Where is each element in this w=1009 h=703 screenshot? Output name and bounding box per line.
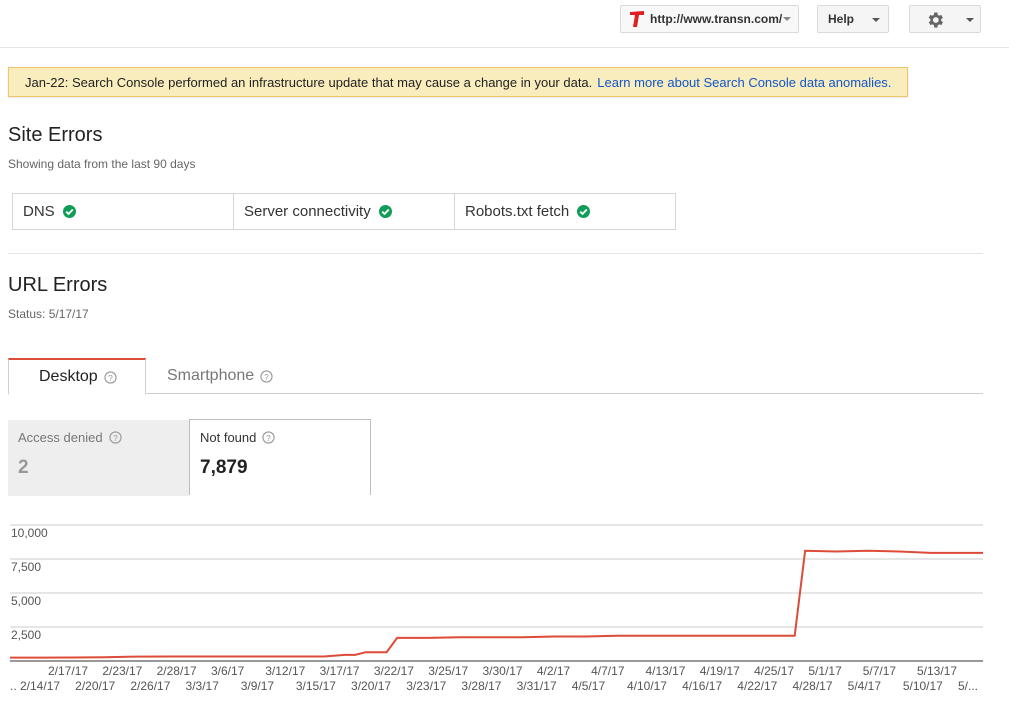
site-error-server-connectivity[interactable]: Server connectivity	[234, 194, 455, 229]
not-found-series-line	[10, 549, 983, 659]
y-tick-label: 5,000	[11, 594, 41, 608]
tab-label: Desktop	[39, 368, 98, 385]
x-tick-label: 3/22/17	[374, 664, 414, 678]
url-errors-title: URL Errors	[8, 274, 108, 296]
x-tick-label: 3/23/17	[406, 679, 446, 693]
x-tick-label: 3/9/17	[241, 679, 275, 693]
help-circle-icon[interactable]: ?	[260, 369, 273, 383]
x-tick-label: 5/4/17	[848, 679, 882, 693]
x-tick-label: 4/10/17	[627, 679, 667, 693]
x-tick-label: 3/28/17	[461, 679, 501, 693]
y-tick-label: 2,500	[11, 628, 41, 642]
svg-text:?: ?	[267, 433, 272, 443]
transn-logo-icon	[630, 11, 644, 27]
help-circle-icon[interactable]: ?	[104, 370, 117, 384]
x-tick-label: 5/1/17	[808, 664, 842, 678]
help-label: Help	[828, 12, 855, 26]
x-tick-label: 5/10/17	[903, 679, 943, 693]
x-tick-label: 3/31/17	[517, 679, 557, 693]
x-tick-label: 2/28/17	[157, 664, 197, 678]
x-tick-label: 5/...	[958, 679, 978, 693]
x-tick-label: 4/2/17	[537, 664, 571, 678]
site-errors-subtitle: Showing data from the last 90 days	[8, 157, 196, 171]
help-circle-icon[interactable]: ?	[108, 431, 122, 444]
site-error-label: DNS	[23, 203, 55, 220]
x-tick-label: 3/3/17	[186, 679, 220, 693]
x-tick-label: 3/6/17	[211, 664, 245, 678]
x-tick-label: 4/22/17	[737, 679, 777, 693]
top-bar: http://www.transn.com/ Help	[0, 0, 1009, 48]
x-tick-label: 2/20/17	[75, 679, 115, 693]
x-tick-label: ..	[10, 679, 17, 693]
site-selector[interactable]: http://www.transn.com/	[620, 5, 799, 33]
x-tick-label: 3/20/17	[351, 679, 391, 693]
metric-label: Not found	[200, 430, 257, 445]
svg-text:?: ?	[108, 372, 113, 382]
settings-button[interactable]	[909, 5, 981, 33]
infrastructure-notice: Jan-22: Search Console performed an infr…	[8, 67, 908, 97]
tab-label: Smartphone	[167, 367, 255, 384]
x-tick-label: 4/19/17	[700, 664, 740, 678]
site-errors-title: Site Errors	[8, 124, 103, 146]
metric-label: Access denied	[18, 430, 103, 445]
x-tick-label: 2/23/17	[102, 664, 142, 678]
x-tick-label: 5/7/17	[863, 664, 897, 678]
device-tabs: Desktop ? Smartphone ?	[8, 358, 983, 395]
site-error-label: Robots.txt fetch	[465, 203, 570, 220]
y-tick-label: 7,500	[11, 560, 41, 574]
metric-value: 7,879	[200, 457, 248, 478]
gear-icon	[928, 12, 943, 28]
x-tick-label: 3/25/17	[428, 664, 468, 678]
svg-text:?: ?	[264, 371, 269, 381]
check-icon	[378, 205, 392, 218]
help-button[interactable]: Help	[817, 5, 889, 33]
check-icon	[577, 205, 591, 218]
x-tick-label: 4/7/17	[591, 664, 625, 678]
section-divider	[8, 253, 983, 254]
x-tick-label: 3/12/17	[265, 664, 305, 678]
site-url: http://www.transn.com/	[650, 12, 783, 26]
x-tick-label: 3/17/17	[320, 664, 360, 678]
site-error-robots-fetch[interactable]: Robots.txt fetch	[455, 194, 675, 229]
y-tick-label: 10,000	[11, 526, 48, 540]
x-tick-label: 5/13/17	[917, 664, 957, 678]
site-error-dns[interactable]: DNS	[13, 194, 234, 229]
chevron-down-icon	[966, 18, 974, 22]
chevron-down-icon	[783, 17, 791, 21]
help-circle-icon[interactable]: ?	[262, 431, 276, 444]
x-tick-label: 4/13/17	[645, 664, 685, 678]
x-tick-label: 2/17/17	[48, 664, 88, 678]
url-errors-status: Status: 5/17/17	[8, 307, 89, 321]
x-tick-label: 4/28/17	[792, 679, 832, 693]
x-tick-label: 2/26/17	[130, 679, 170, 693]
x-tick-label: 2/14/17	[20, 679, 60, 693]
tab-smartphone[interactable]: Smartphone ?	[167, 358, 273, 394]
x-tick-label: 3/30/17	[483, 664, 523, 678]
x-tick-label: 4/5/17	[572, 679, 606, 693]
not-found-chart: 10,0007,5005,0002,500..2/17/17 2/23/17 2/2…	[10, 524, 983, 693]
svg-text:?: ?	[113, 433, 118, 443]
check-icon	[62, 205, 76, 218]
metric-access-denied[interactable]: Access denied ? 2	[8, 420, 189, 496]
x-tick-label: 4/25/17	[754, 664, 794, 678]
site-error-label: Server connectivity	[244, 203, 371, 220]
x-tick-label: 3/15/17	[296, 679, 336, 693]
x-tick-label: 4/16/17	[682, 679, 722, 693]
site-errors-panel: DNS Server connectivity Robots.txt fetch	[12, 193, 676, 230]
notice-learn-more-link[interactable]: Learn more about Search Console data ano…	[597, 75, 891, 90]
chevron-down-icon	[872, 18, 880, 22]
metric-value: 2	[18, 457, 29, 478]
notice-text: Jan-22: Search Console performed an infr…	[25, 74, 593, 90]
metric-not-found[interactable]: Not found ? 7,879	[189, 419, 371, 495]
tab-desktop[interactable]: Desktop ?	[8, 358, 146, 395]
